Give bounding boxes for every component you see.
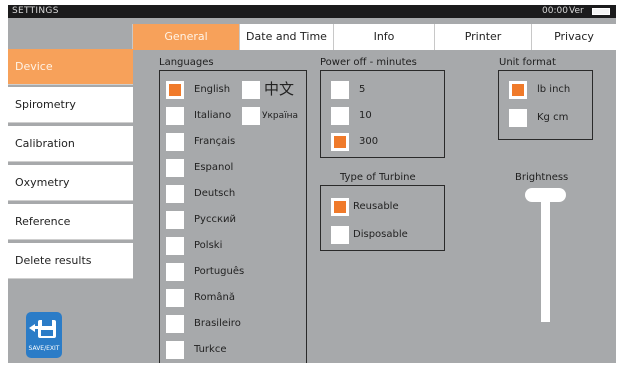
tab-printer[interactable]: Printer bbox=[434, 24, 531, 50]
sidebar-item-delete-results[interactable]: Delete results bbox=[8, 243, 133, 279]
language-option-chinese[interactable]: 中文 bbox=[242, 81, 302, 101]
tab-bar: General Date and Time Info Printer Priva… bbox=[132, 24, 616, 50]
language-option-italiano[interactable]: Italiano bbox=[166, 107, 236, 127]
option-label: Brasileiro bbox=[194, 318, 241, 329]
power-off-heading: Power off - minutes bbox=[320, 57, 417, 68]
save-exit-button[interactable]: SAVE/EXIT bbox=[26, 312, 62, 358]
checkbox[interactable] bbox=[166, 185, 184, 203]
option-label: Deutsch bbox=[194, 188, 236, 199]
checkbox[interactable] bbox=[509, 109, 527, 127]
checkbox[interactable] bbox=[166, 107, 184, 125]
title-bar: SETTINGS 00:00 Ver bbox=[8, 5, 616, 18]
turbine-box: Reusable Disposable bbox=[320, 185, 445, 251]
tab-info[interactable]: Info bbox=[333, 24, 434, 50]
power-off-option-5[interactable]: 5 bbox=[331, 81, 411, 101]
screen-title: SETTINGS bbox=[12, 6, 59, 16]
sidebar-item-reference[interactable]: Reference bbox=[8, 204, 133, 240]
checkbox[interactable] bbox=[509, 81, 527, 99]
unit-option-kg-cm[interactable]: Kg cm bbox=[509, 109, 589, 129]
checkbox[interactable] bbox=[331, 133, 349, 151]
language-option-romana[interactable]: Română bbox=[166, 289, 256, 309]
checkbox[interactable] bbox=[166, 159, 184, 177]
language-option-portugues[interactable]: Português bbox=[166, 263, 256, 283]
checkbox[interactable] bbox=[166, 133, 184, 151]
sidebar-item-device[interactable]: Device bbox=[8, 49, 133, 85]
option-label: lb inch bbox=[537, 84, 571, 95]
power-off-option-10[interactable]: 10 bbox=[331, 107, 411, 127]
power-off-option-300[interactable]: 300 bbox=[331, 133, 411, 153]
option-label: Україна bbox=[262, 111, 299, 121]
version-label: Ver bbox=[569, 6, 584, 16]
unit-format-heading: Unit format bbox=[499, 57, 556, 68]
checkbox[interactable] bbox=[331, 198, 349, 216]
clock: 00:00 bbox=[542, 6, 568, 16]
checkbox[interactable] bbox=[166, 237, 184, 255]
language-option-ukraina[interactable]: Україна bbox=[242, 107, 306, 127]
checkbox[interactable] bbox=[166, 263, 184, 281]
option-label: Turkce bbox=[194, 344, 227, 355]
brightness-heading: Brightness bbox=[515, 172, 569, 183]
checkbox[interactable] bbox=[331, 107, 349, 125]
turbine-option-reusable[interactable]: Reusable bbox=[331, 198, 431, 218]
option-label: Română bbox=[194, 292, 235, 303]
checkbox[interactable] bbox=[242, 81, 260, 99]
language-option-francais[interactable]: Français bbox=[166, 133, 256, 153]
settings-screen: SETTINGS 00:00 Ver General Date and Time… bbox=[8, 5, 616, 363]
option-label: Reusable bbox=[353, 201, 399, 212]
language-option-brasileiro[interactable]: Brasileiro bbox=[166, 315, 256, 335]
language-option-turkce[interactable]: Turkce bbox=[166, 341, 256, 361]
checkbox[interactable] bbox=[331, 81, 349, 99]
checkbox[interactable] bbox=[242, 107, 260, 125]
checkbox[interactable] bbox=[166, 341, 184, 359]
option-label: 10 bbox=[359, 110, 372, 121]
option-label: Português bbox=[194, 266, 245, 277]
battery-icon bbox=[592, 8, 610, 15]
sidebar-item-calibration[interactable]: Calibration bbox=[8, 126, 133, 162]
checkbox[interactable] bbox=[166, 81, 184, 99]
tab-general[interactable]: General bbox=[132, 24, 239, 50]
checkbox[interactable] bbox=[331, 226, 349, 244]
checkbox[interactable] bbox=[166, 211, 184, 229]
unit-format-box: lb inch Kg cm bbox=[498, 70, 593, 140]
option-label: 5 bbox=[359, 84, 366, 95]
tab-date-and-time[interactable]: Date and Time bbox=[239, 24, 333, 50]
option-label: Kg cm bbox=[537, 112, 569, 123]
turbine-option-disposable[interactable]: Disposable bbox=[331, 226, 431, 246]
option-label: Русский bbox=[194, 214, 236, 225]
language-option-polski[interactable]: Polski bbox=[166, 237, 256, 257]
language-option-deutsch[interactable]: Deutsch bbox=[166, 185, 256, 205]
power-off-box: 5 10 300 bbox=[320, 70, 445, 158]
option-label: Disposable bbox=[353, 229, 408, 240]
brightness-slider-track[interactable] bbox=[541, 192, 550, 322]
languages-heading: Languages bbox=[159, 57, 214, 68]
sidebar-item-oxymetry[interactable]: Oxymetry bbox=[8, 165, 133, 201]
languages-box: English 中文 Italiano Україна Français Esp… bbox=[159, 70, 307, 363]
sidebar-item-spirometry[interactable]: Spirometry bbox=[8, 87, 133, 123]
option-label: English bbox=[194, 84, 231, 95]
language-option-english[interactable]: English bbox=[166, 81, 236, 101]
option-label: 300 bbox=[359, 136, 379, 147]
option-label: 中文 bbox=[264, 80, 295, 98]
floppy-disk-icon bbox=[38, 320, 56, 338]
checkbox[interactable] bbox=[166, 289, 184, 307]
option-label: Polski bbox=[194, 240, 223, 251]
option-label: Italiano bbox=[194, 110, 232, 121]
unit-option-lb-inch[interactable]: lb inch bbox=[509, 81, 589, 101]
option-label: Espanol bbox=[194, 162, 234, 173]
option-label: Français bbox=[194, 136, 236, 147]
turbine-heading: Type of Turbine bbox=[340, 172, 416, 183]
tab-privacy[interactable]: Privacy bbox=[531, 24, 616, 50]
checkbox[interactable] bbox=[166, 315, 184, 333]
brightness-slider-handle[interactable] bbox=[525, 188, 566, 202]
language-option-russian[interactable]: Русский bbox=[166, 211, 256, 231]
save-exit-label: SAVE/EXIT bbox=[28, 345, 60, 352]
language-option-espanol[interactable]: Espanol bbox=[166, 159, 256, 179]
